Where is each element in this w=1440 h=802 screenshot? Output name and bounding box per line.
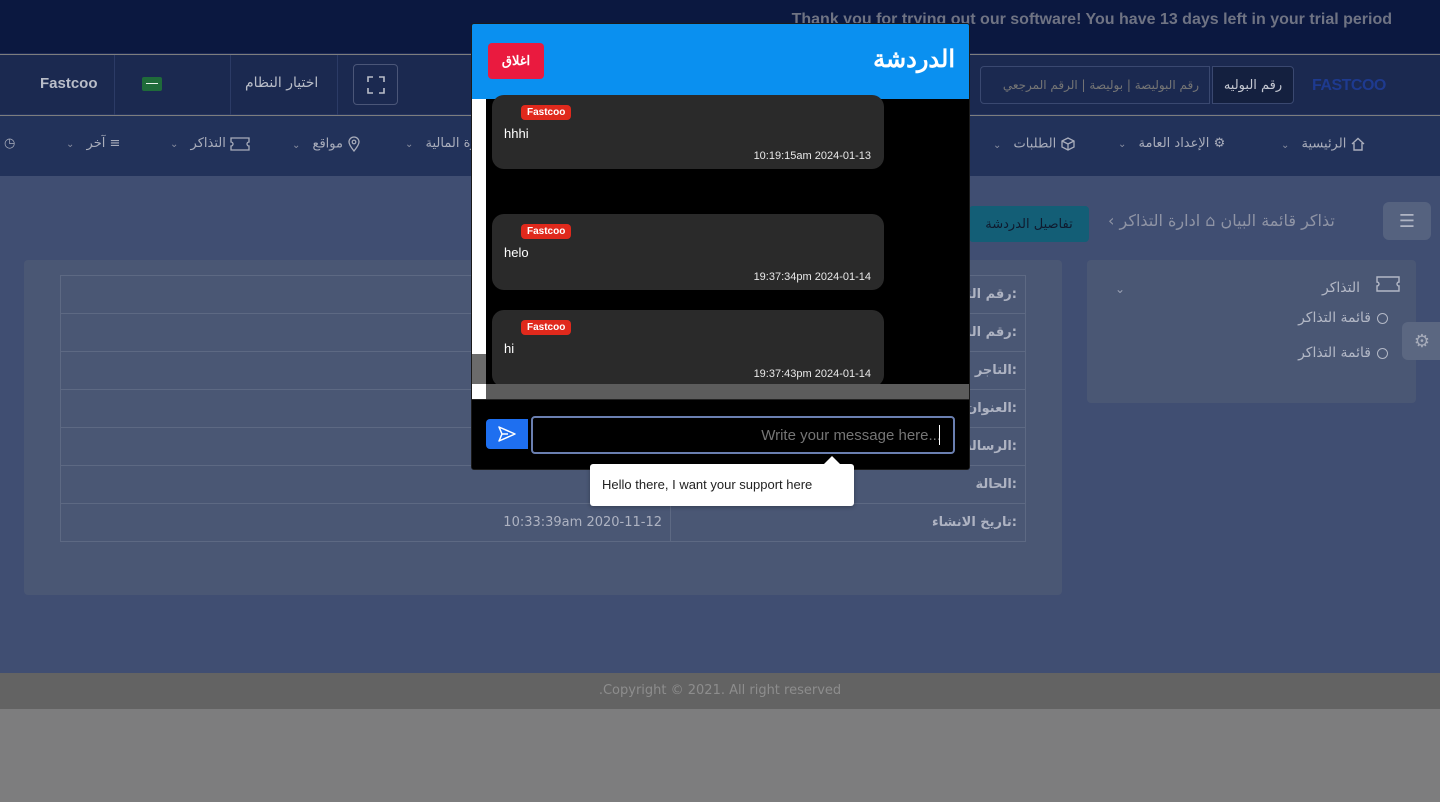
nav-item-label: مواقع	[312, 136, 343, 152]
scrollbar-thumb[interactable]	[472, 354, 486, 384]
message-input[interactable]	[531, 416, 955, 454]
message-time: 19:37:34pm 2024-01-14	[753, 271, 871, 283]
table-row: الحالة:	[60, 465, 1026, 504]
sidebar-item-label: قائمة التذاكر	[1298, 345, 1371, 361]
user-name[interactable]: Fastcoo	[40, 75, 98, 92]
history-icon[interactable]: ◷	[4, 136, 15, 151]
nav-item-label: آخر	[86, 136, 106, 151]
nav-item-home[interactable]: ⌄ الرئيسية	[1281, 136, 1366, 152]
chat-modal: الدردشة اغلاق Fastcoo hhhi 10:19:15am 20…	[471, 23, 970, 470]
chat-message: Fastcoo helo 19:37:34pm 2024-01-14	[492, 214, 884, 290]
sidebar-item-tickets-list[interactable]: قائمة التذاكر	[1298, 310, 1388, 326]
message-time: 19:37:43pm 2024-01-14	[753, 368, 871, 380]
message-text: hhhi	[504, 126, 529, 141]
sender-badge: Fastcoo	[521, 224, 572, 239]
search-input[interactable]	[980, 66, 1210, 104]
fullscreen-button[interactable]	[353, 64, 398, 105]
fullscreen-icon	[366, 75, 385, 94]
settings-gear-button[interactable]: ⚙	[1402, 322, 1440, 360]
horizontal-scrollbar[interactable]	[486, 384, 969, 399]
hamburger-icon: ☰	[1398, 210, 1416, 232]
chevron-down-icon: ⌄	[170, 139, 179, 150]
nav-item-general-settings[interactable]: ⌄ الإعداد العامة ⚙	[1118, 136, 1225, 151]
vertical-scrollbar[interactable]	[472, 99, 486, 399]
created-date-label: تاريخ الانشاء:	[670, 503, 1026, 542]
status-value	[60, 465, 671, 504]
box-icon	[1061, 137, 1075, 151]
send-icon	[498, 426, 516, 442]
chevron-down-icon: ⌄	[993, 139, 1002, 151]
sender-badge: Fastcoo	[521, 320, 572, 335]
home-icon	[1351, 137, 1365, 151]
nav-item-finance[interactable]: ⌄ رة المالية	[405, 136, 477, 151]
nav-item-locations[interactable]: ⌄ مواقع	[292, 136, 361, 153]
divider	[230, 55, 231, 115]
nav-item-label: الرئيسية	[1301, 136, 1347, 152]
sender-badge: Fastcoo	[521, 105, 572, 120]
chevron-down-icon[interactable]: ⌄	[1115, 282, 1125, 296]
circle-icon	[1377, 312, 1388, 324]
sidebar-item-label: قائمة التذاكر	[1298, 310, 1371, 326]
breadcrumb-root[interactable]: ادارة التذاكر	[1120, 211, 1201, 230]
chat-message: Fastcoo hhhi 10:19:15am 2024-01-13	[492, 95, 884, 169]
ticket-icon	[230, 136, 250, 151]
breadcrumb: ‹ تذاكر قائمة البيان ⌂ ادارة التذاكر	[1108, 211, 1335, 230]
close-button[interactable]: اغلاق	[488, 43, 544, 79]
copyright-text: .Copyright © 2021. All right reserved	[598, 683, 842, 698]
sidebar-title[interactable]: التذاكر	[1322, 280, 1360, 296]
breadcrumb-current: تذاكر قائمة البيان	[1220, 211, 1335, 230]
suggestion-tooltip[interactable]: Hello there, I want your support here	[590, 456, 854, 506]
message-text: helo	[504, 245, 529, 260]
chat-title: الدردشة	[873, 44, 955, 73]
message-time: 10:19:15am 2024-01-13	[753, 150, 871, 162]
table-row: 10:33:39am 2020-11-12 تاريخ الانشاء:	[60, 503, 1026, 542]
breadcrumb-chevron-icon: ‹	[1108, 211, 1115, 230]
chat-details-button[interactable]: تفاصيل الدردشة	[969, 206, 1089, 242]
send-button[interactable]	[486, 419, 528, 449]
created-date-value: 10:33:39am 2020-11-12	[60, 503, 671, 542]
search-group: رقم البوليه	[980, 66, 1294, 104]
message-text: hi	[504, 341, 515, 356]
footer: .Copyright © 2021. All right reserved	[0, 673, 1440, 709]
nav-item-label: رة المالية	[425, 136, 477, 151]
menu-toggle-button[interactable]: ☰	[1383, 202, 1431, 240]
divider	[337, 55, 338, 115]
nav-item-label: الطلبات	[1013, 136, 1057, 152]
chevron-down-icon: ⌄	[1118, 139, 1127, 150]
gear-icon: ⚙	[1213, 136, 1226, 151]
gear-icon: ⚙	[1413, 330, 1431, 352]
home-icon: ⌂	[1205, 211, 1216, 230]
chat-messages: Fastcoo hhhi 10:19:15am 2024-01-13 Fastc…	[472, 95, 969, 399]
text-caret	[939, 425, 940, 445]
nav-item-label: الإعداد العامة	[1138, 136, 1210, 151]
map-pin-icon	[348, 136, 360, 153]
chevron-down-icon: ⌄	[1281, 139, 1290, 151]
chat-header: الدردشة اغلاق	[472, 24, 969, 99]
system-select[interactable]: اختيار النظام	[245, 75, 318, 91]
chevron-down-icon: ⌄	[66, 139, 75, 150]
nav-item-tickets[interactable]: ⌄ التذاكر	[170, 136, 250, 151]
divider	[114, 55, 115, 115]
nav-item-label: التذاكر	[190, 136, 226, 151]
ticket-icon	[1376, 276, 1400, 292]
chat-compose	[472, 399, 969, 469]
filter-icon: ≡	[109, 136, 121, 151]
nav-item-orders[interactable]: ⌄ الطلبات	[993, 136, 1076, 152]
page-bottom	[0, 709, 1440, 802]
chat-message: Fastcoo hi 19:37:43pm 2024-01-14	[492, 310, 884, 387]
nav-item-other[interactable]: ⌄ آخر ≡	[66, 136, 120, 151]
circle-icon	[1377, 347, 1388, 359]
sidebar-item-tickets-list[interactable]: قائمة التذاكر	[1298, 345, 1388, 361]
search-type-button[interactable]: رقم البوليه	[1212, 66, 1294, 104]
fastcoo-logo[interactable]: FASTCOO	[1312, 77, 1386, 95]
saudi-flag-icon[interactable]	[142, 77, 162, 91]
chevron-down-icon: ⌄	[405, 139, 414, 150]
sidebar-card: ⌄ التذاكر قائمة التذاكر قائمة التذاكر	[1087, 260, 1416, 403]
chevron-down-icon: ⌄	[292, 139, 301, 151]
